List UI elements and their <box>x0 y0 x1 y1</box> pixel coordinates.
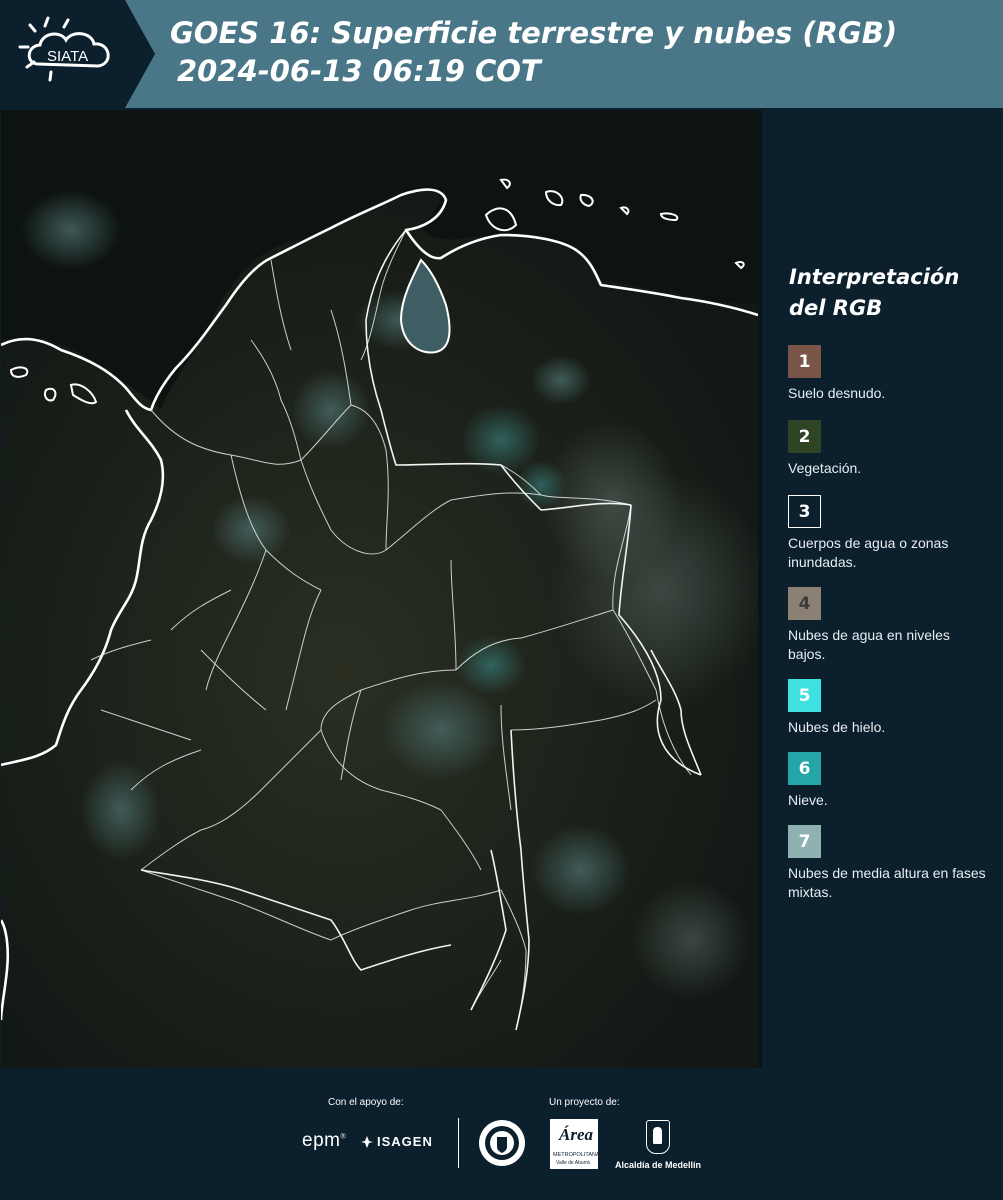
legend-swatch: 3 <box>788 495 821 528</box>
siata-logo[interactable]: SIATA <box>0 0 155 108</box>
page-title-line1: GOES 16: Superficie terrestre y nubes (R… <box>170 16 898 50</box>
isagen-logo-text: ISAGEN <box>377 1134 433 1149</box>
legend-swatch: 2 <box>788 420 821 453</box>
alcaldia-name: Alcaldía de Medellín <box>614 1160 702 1170</box>
legend-label: Nubes de media altura en fases mixtas. <box>788 865 986 900</box>
legend-label: Cuerpos de agua o zonas inundadas. <box>788 535 949 570</box>
support-label: Con el apoyo de: <box>328 1097 404 1108</box>
alcaldia-crest-icon <box>646 1120 670 1154</box>
legend-swatch: 5 <box>788 679 821 712</box>
legend-swatch: 7 <box>788 825 821 858</box>
legend-swatch: 1 <box>788 345 821 378</box>
area-logo-word: Área <box>559 1125 593 1144</box>
legend-swatch: 6 <box>788 752 821 785</box>
legend-item-ice-clouds: 5 Nubes de hielo. <box>788 679 988 737</box>
legend-label: Nubes de hielo. <box>788 719 886 735</box>
university-seal-logo[interactable] <box>477 1117 527 1173</box>
legend-swatch: 4 <box>788 587 821 620</box>
area-logo-sub: METROPOLITANA <box>553 1152 600 1158</box>
legend-item-mid-level-clouds: 7 Nubes de media altura en fases mixtas. <box>788 825 988 902</box>
legend-item-vegetation: 2 Vegetación. <box>788 420 988 478</box>
legend-item-low-water-clouds: 4 Nubes de agua en niveles bajos. <box>788 587 988 664</box>
map-frame-edge <box>758 110 762 1068</box>
project-label: Un proyecto de: <box>549 1097 620 1108</box>
legend-label: Nubes de agua en niveles bajos. <box>788 627 950 662</box>
footer-divider <box>458 1118 459 1168</box>
epm-logo[interactable]: epm® <box>302 1130 346 1152</box>
legend-label: Suelo desnudo. <box>788 385 886 401</box>
page-title-line2: 2024-06-13 06:19 COT <box>177 54 541 88</box>
legend-item-water-bodies: 3 Cuerpos de agua o zonas inundadas. <box>788 495 988 572</box>
satellite-map[interactable] <box>1 110 758 1068</box>
legend-title: Interpretación del RGB <box>789 265 960 320</box>
siata-logo-text: SIATA <box>47 48 88 65</box>
area-logo-sub2: Valle de Aburrá <box>556 1160 590 1166</box>
isagen-logo[interactable]: ISAGEN <box>360 1134 433 1149</box>
legend-label: Nieve. <box>788 792 828 808</box>
page-title: GOES 16: Superficie terrestre y nubes (R… <box>170 14 897 90</box>
header-bar: SIATA GOES 16: Superficie terrestre y nu… <box>0 0 1003 108</box>
legend-item-bare-soil: 1 Suelo desnudo. <box>788 345 988 403</box>
epm-logo-text: epm <box>302 1130 341 1151</box>
area-metropolitana-logo[interactable]: Área METROPOLITANA Valle de Aburrá <box>550 1119 600 1169</box>
isagen-mark-icon <box>361 1135 373 1148</box>
alcaldia-medellin-logo[interactable]: Alcaldía de Medellín <box>613 1120 703 1170</box>
legend-label: Vegetación. <box>788 460 862 476</box>
legend-item-snow: 6 Nieve. <box>788 752 988 810</box>
